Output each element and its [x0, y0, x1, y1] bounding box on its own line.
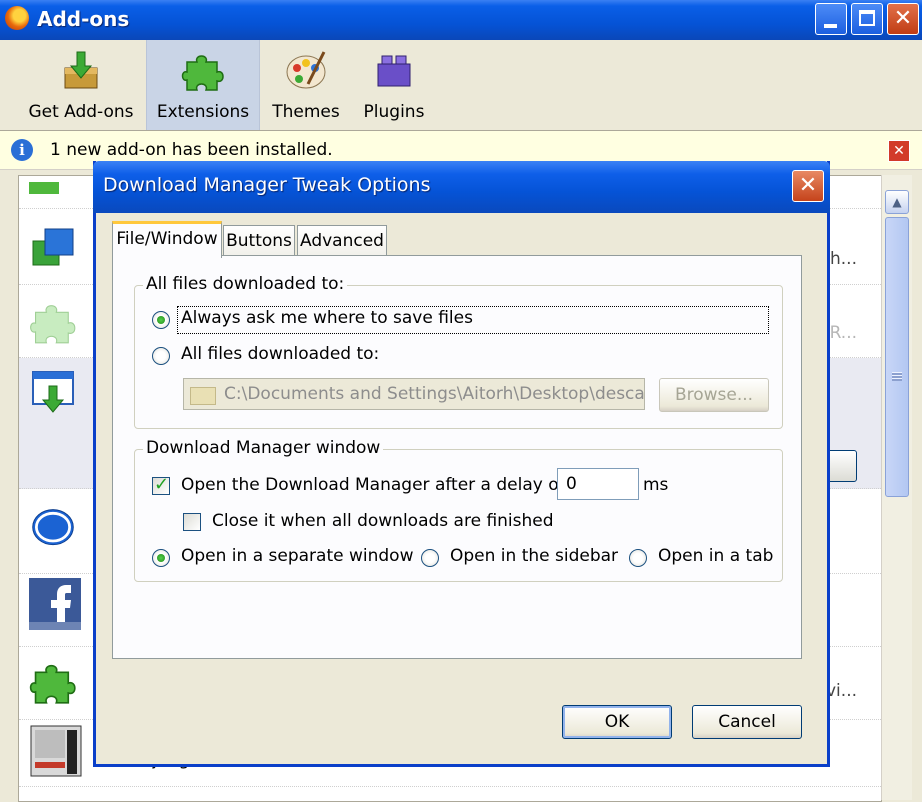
scroll-thumb[interactable] — [885, 217, 909, 497]
scroll-up-button[interactable]: ▲ — [885, 190, 909, 214]
window-titlebar[interactable]: Add-ons ✕ — [0, 0, 922, 40]
minimize-button[interactable] — [815, 3, 847, 35]
firefox-icon — [5, 6, 29, 30]
facebook-icon — [29, 578, 81, 630]
toolbar-extensions[interactable]: Extensions — [146, 40, 260, 130]
download-manager-window-group: Download Manager window Open the Downloa… — [134, 438, 783, 582]
window-title: Add-ons — [37, 7, 130, 31]
toolbar-label: Extensions — [156, 102, 250, 122]
dialog-titlebar[interactable]: Download Manager Tweak Options ✕ — [93, 161, 830, 213]
fixed-folder-radio[interactable] — [152, 347, 170, 365]
separate-window-label[interactable]: Open in a separate window — [181, 546, 414, 566]
close-when-done-label[interactable]: Close it when all downloads are finished — [212, 511, 554, 531]
extension-icon — [29, 182, 59, 194]
sidebar-label[interactable]: Open in the sidebar — [450, 546, 618, 566]
tab-advanced[interactable]: Advanced — [297, 225, 387, 256]
ok-button[interactable]: OK — [562, 705, 672, 739]
group-title: Download Manager window — [143, 438, 384, 458]
always-ask-radio[interactable] — [152, 311, 170, 329]
tab-buttons[interactable]: Buttons — [223, 225, 295, 256]
speech-bubble-icon — [32, 509, 74, 546]
cancel-button[interactable]: Cancel — [692, 705, 802, 739]
maximize-icon — [859, 10, 875, 26]
download-location-group: All files downloaded to: Always ask me w… — [134, 274, 783, 429]
dialog-title: Download Manager Tweak Options — [103, 174, 431, 196]
open-delay-label[interactable]: Open the Download Manager after a delay … — [181, 475, 565, 495]
browse-button[interactable]: Browse... — [659, 378, 769, 412]
group-title: All files downloaded to: — [143, 274, 348, 294]
close-button[interactable]: ✕ — [887, 3, 919, 35]
close-icon: ✕ — [893, 6, 913, 31]
list-item-text: R... — [829, 323, 857, 343]
toolbar-label: Plugins — [363, 102, 425, 122]
always-ask-label[interactable]: Always ask me where to save files — [181, 308, 473, 328]
tab-file-window[interactable]: File/Window — [112, 221, 222, 258]
disabled-puzzle-piece-icon — [30, 305, 76, 344]
notification-text: 1 new add-on has been installed. — [50, 140, 333, 160]
dialog-close-button[interactable]: ✕ — [792, 170, 824, 202]
grip-icon — [892, 372, 902, 381]
tab-panel-file-window: All files downloaded to: Always ask me w… — [112, 255, 802, 659]
notification-close-button[interactable]: ✕ — [888, 140, 910, 162]
delay-unit: ms — [643, 475, 669, 495]
open-delay-checkbox[interactable] — [152, 474, 170, 495]
sidebar-radio[interactable] — [421, 549, 439, 567]
toolbar-label: Get Add-ons — [28, 102, 134, 122]
list-scrollbar[interactable]: ▲ — [881, 175, 912, 800]
toolbar-themes[interactable]: Themes — [266, 40, 346, 130]
tab-radio[interactable] — [629, 549, 647, 567]
maximize-button[interactable] — [851, 3, 883, 35]
palette-icon — [286, 51, 326, 89]
info-icon: i — [11, 139, 33, 161]
separate-window-radio[interactable] — [152, 549, 170, 567]
delay-input[interactable]: 0 — [557, 468, 639, 500]
chevron-up-icon: ▲ — [892, 195, 902, 209]
toolbar-plugins[interactable]: Plugins — [356, 40, 432, 130]
download-window-icon — [32, 371, 74, 413]
windows-stack-icon — [32, 228, 74, 266]
download-folder-field[interactable]: C:\Documents and Settings\Aitorh\Desktop… — [183, 378, 645, 410]
toolbar-label: Themes — [272, 102, 340, 122]
nes-console-icon — [30, 725, 82, 777]
options-dialog: Download Manager Tweak Options ✕ File/Wi… — [93, 161, 830, 767]
close-when-done-checkbox[interactable] — [183, 513, 201, 531]
brick-icon — [377, 55, 411, 87]
minimize-icon — [824, 24, 837, 28]
close-icon: ✕ — [798, 173, 818, 198]
download-box-icon — [64, 51, 98, 89]
folder-icon — [190, 387, 216, 405]
list-item-text: h... — [830, 249, 857, 269]
download-folder-path: C:\Documents and Settings\Aitorh\Desktop… — [224, 384, 645, 404]
puzzle-piece-icon — [29, 664, 76, 704]
toolbar-get-addons[interactable]: Get Add-ons — [25, 40, 137, 130]
puzzle-piece-icon — [181, 55, 224, 91]
fixed-folder-label[interactable]: All files downloaded to: — [181, 344, 379, 364]
tab-label[interactable]: Open in a tab — [658, 546, 773, 566]
addons-toolbar: Get Add-ons Extensions Themes Plugins — [0, 40, 922, 131]
list-item-text: vi... — [826, 681, 857, 701]
